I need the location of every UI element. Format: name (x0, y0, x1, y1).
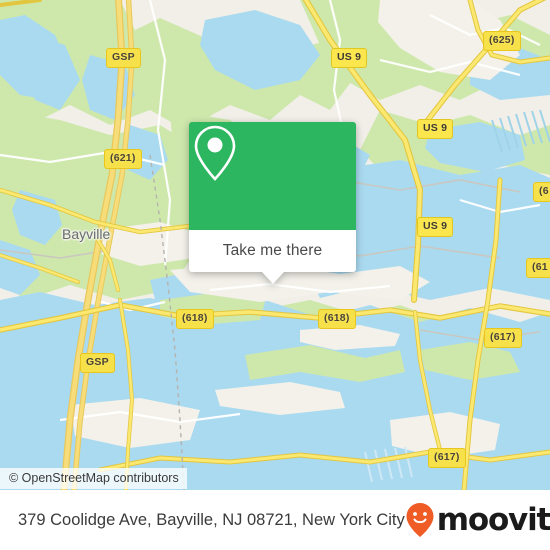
road-shield-us9-top: US 9 (331, 48, 368, 68)
address-text: 379 Coolidge Ave, Bayville, NJ 08721, Ne… (18, 510, 405, 529)
road-shield-617-upper: (617) (484, 328, 522, 348)
road-shield-6xx-right-clipped: (6 (533, 182, 550, 202)
destination-popup-card[interactable]: Take me there (189, 122, 356, 284)
road-shield-us9-upper: US 9 (417, 119, 454, 139)
road-shield-618-west: (618) (176, 309, 214, 329)
popup-pointer-tail (261, 272, 284, 284)
location-pin-icon (194, 125, 236, 181)
map-canvas[interactable]: Bayville GSP US 9 (625) US 9 (621) (6 US… (0, 0, 550, 490)
take-me-there-label: Take me there (222, 242, 323, 259)
popup-action-bar[interactable]: Take me there (189, 230, 356, 272)
moovit-map-screenshot: Bayville GSP US 9 (625) US 9 (621) (6 US… (0, 0, 550, 550)
moovit-smiley-pin-icon (406, 503, 434, 537)
osm-attribution[interactable]: © OpenStreetMap contributors (0, 468, 187, 489)
road-shield-621: (621) (104, 149, 142, 169)
moovit-wordmark: moovit (436, 501, 550, 538)
road-shield-625: (625) (483, 31, 521, 51)
road-shield-618-east: (618) (318, 309, 356, 329)
place-label-bayville: Bayville (62, 226, 111, 242)
road-shield-gsp-north: GSP (106, 48, 141, 68)
road-shield-gsp-south: GSP (80, 353, 115, 373)
footer-bar: 379 Coolidge Ave, Bayville, NJ 08721, Ne… (0, 490, 550, 550)
road-shield-617-lower: (617) (428, 448, 466, 468)
road-shield-61x-right-clipped: (61 (526, 258, 550, 278)
road-shield-us9-mid: US 9 (417, 217, 454, 237)
moovit-logo[interactable]: moovit (405, 502, 550, 538)
popup-icon-area (189, 122, 356, 230)
